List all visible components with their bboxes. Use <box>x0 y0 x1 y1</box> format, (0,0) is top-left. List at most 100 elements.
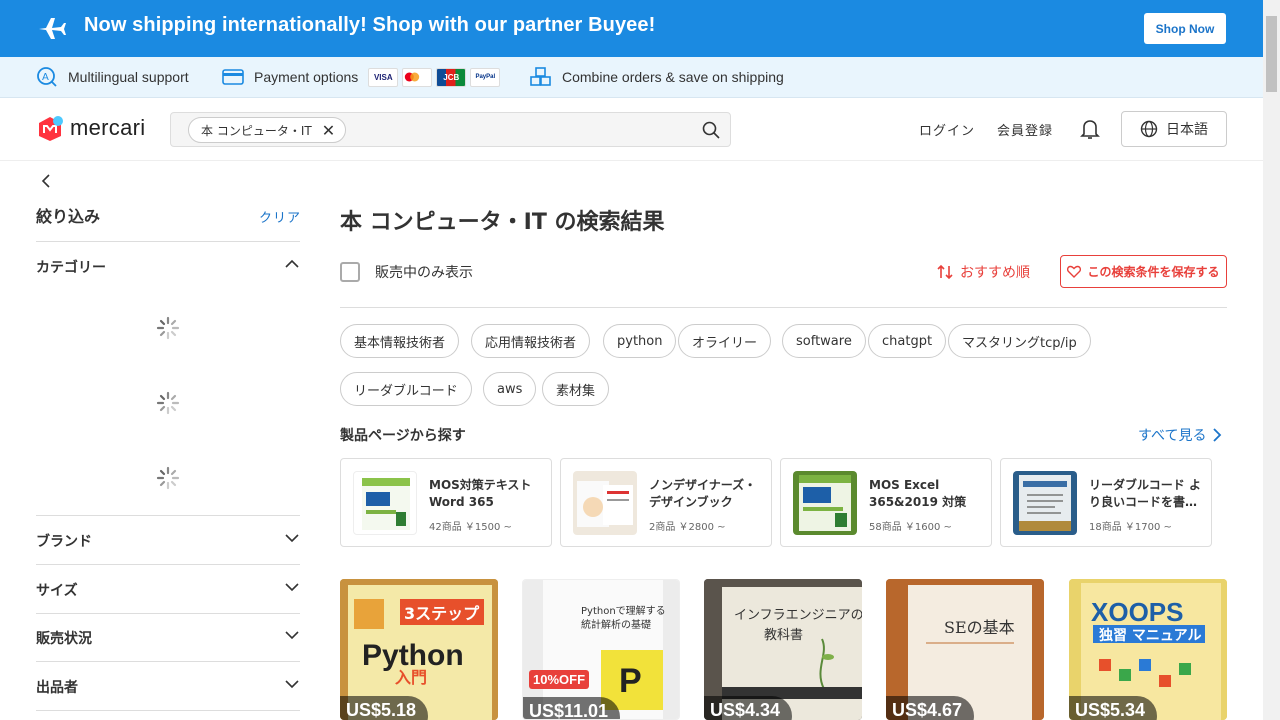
boxes-icon <box>530 67 551 86</box>
product-name: MOS Excel 365&2019 対策テ… <box>869 478 967 509</box>
multilingual-label: Multilingual support <box>68 69 189 85</box>
product-info: 2商品 ￥2800 ~ <box>649 522 726 533</box>
login-link[interactable]: ログイン <box>919 120 975 139</box>
item-card[interactable]: 3ステップ Python 入門 US$5.18 <box>340 579 498 720</box>
tag-chip[interactable]: aws <box>483 372 537 406</box>
filter-title: 絞り込み <box>36 207 101 226</box>
tag-chip[interactable]: python <box>603 324 677 358</box>
clear-filters-link[interactable]: クリア <box>259 207 301 226</box>
item-card[interactable]: インフラエンジニアの 教科書 US$4.34 <box>704 579 862 720</box>
product-name: ノンデザイナーズ・デザインブック <box>649 478 757 509</box>
divider <box>340 307 1227 308</box>
loading-spinner-icon <box>156 316 180 340</box>
tag-chip[interactable]: chatgpt <box>868 324 947 358</box>
scrollbar-thumb[interactable] <box>1266 16 1277 92</box>
tag-chip[interactable]: リーダブルコード <box>340 372 472 406</box>
translate-icon: A <box>37 67 57 87</box>
product-card[interactable]: MOS対策テキスト Word 365 42商品 ￥1500 ~ <box>340 458 552 547</box>
payment-info: Payment options VISA JCB PayPal <box>222 57 501 97</box>
divider <box>36 515 300 516</box>
divider <box>36 241 300 242</box>
sort-label: おすすめ順 <box>960 265 1030 281</box>
product-card[interactable]: ノンデザイナーズ・デザインブック 2商品 ￥2800 ~ <box>560 458 772 547</box>
tag-chip[interactable]: 素材集 <box>542 372 610 406</box>
divider <box>36 661 300 662</box>
svg-text:統計解析の基礎: 統計解析の基礎 <box>581 618 651 631</box>
tag-chip[interactable]: オライリー <box>678 324 772 358</box>
banner-message: Now shipping internationally! Shop with … <box>84 14 656 36</box>
scrollbar[interactable] <box>1263 0 1280 720</box>
shipping-banner: Now shipping internationally! Shop with … <box>0 0 1263 57</box>
product-card[interactable]: MOS Excel 365&2019 対策テ… 58商品 ￥1600 ~ <box>780 458 992 547</box>
filter-brand[interactable]: ブランド <box>36 531 300 551</box>
sort-dropdown[interactable]: おすすめ順 <box>936 262 1030 282</box>
chevron-down-icon <box>285 534 299 543</box>
save-search-button[interactable]: この検索条件を保存する <box>1060 255 1227 288</box>
mercari-logo[interactable]: mercari <box>36 114 145 142</box>
svg-text:XOOPS: XOOPS <box>1091 597 1183 627</box>
divider <box>36 564 300 565</box>
divider <box>36 613 300 614</box>
register-link[interactable]: 会員登録 <box>997 120 1053 139</box>
product-name: リーダブルコード より良いコードを書… <box>1089 478 1201 509</box>
site-header: mercari 本 コンピュータ・IT ✕ ログイン 会員登録 日本語 <box>0 98 1263 161</box>
payment-cards: VISA JCB PayPal <box>368 67 501 87</box>
filter-brand-label: ブランド <box>36 534 92 550</box>
filter-sale-status-label: 販売状況 <box>36 631 92 647</box>
on-sale-label[interactable]: 販売中のみ表示 <box>375 262 473 282</box>
svg-text:Pythonで理解する: Pythonで理解する <box>581 604 666 617</box>
filter-sale-status[interactable]: 販売状況 <box>36 628 300 648</box>
item-card[interactable]: XOOPS 独習 マニュアル US$5.34 <box>1069 579 1227 720</box>
mastercard-icon <box>405 72 420 82</box>
products-heading: 製品ページから探す <box>340 428 466 444</box>
item-price: US$5.34 <box>1069 696 1158 720</box>
item-card[interactable]: Pythonで理解する 統計解析の基礎 P 10%OFF US$11.01 <box>522 579 680 720</box>
globe-icon <box>1140 120 1158 138</box>
chevron-left-icon[interactable] <box>40 173 52 189</box>
chevron-down-icon <box>285 680 299 689</box>
loading-spinner-icon <box>156 391 180 415</box>
tag-chip[interactable]: software <box>782 324 866 358</box>
shop-now-button[interactable]: Shop Now <box>1144 13 1226 44</box>
tag-chip[interactable]: マスタリングtcp/ip <box>948 324 1091 358</box>
save-search-label: この検索条件を保存する <box>1087 265 1220 279</box>
chevron-right-icon <box>1213 428 1222 442</box>
product-thumbnail <box>353 471 417 535</box>
language-selector[interactable]: 日本語 <box>1121 111 1227 147</box>
on-sale-checkbox[interactable] <box>340 262 360 282</box>
multilingual-info: A Multilingual support <box>36 57 189 97</box>
see-all-link[interactable]: すべて見る <box>1138 425 1224 445</box>
search-chip-label: 本 コンピュータ・IT <box>201 123 312 138</box>
product-card[interactable]: リーダブルコード より良いコードを書… 18商品 ￥1700 ~ <box>1000 458 1212 547</box>
product-thumbnail <box>1013 471 1077 535</box>
svg-text:3ステップ: 3ステップ <box>404 604 480 623</box>
svg-text:教科書: 教科書 <box>764 627 803 643</box>
credit-card-icon <box>222 69 244 85</box>
chevron-up-icon <box>285 259 299 268</box>
tag-chip[interactable]: 基本情報技術者 <box>340 324 460 358</box>
search-icon[interactable] <box>702 121 720 139</box>
paypal-card: PayPal <box>470 67 501 87</box>
search-chip[interactable]: 本 コンピュータ・IT ✕ <box>188 117 347 143</box>
combine-info: Combine orders & save on shipping <box>530 57 784 97</box>
item-price: US$5.18 <box>340 696 429 720</box>
chevron-down-icon <box>285 583 299 592</box>
item-card[interactable]: SEの基本 US$4.67 <box>886 579 1044 720</box>
search-bar[interactable]: 本 コンピュータ・IT ✕ <box>170 112 731 147</box>
filter-seller[interactable]: 出品者 <box>36 677 300 697</box>
item-price: US$11.01 <box>523 697 621 719</box>
filter-category[interactable]: カテゴリー <box>36 257 300 277</box>
bell-icon[interactable] <box>1080 118 1100 140</box>
heart-icon <box>1067 265 1082 278</box>
payment-label: Payment options <box>254 69 359 85</box>
item-price: US$4.34 <box>704 696 793 720</box>
close-icon[interactable]: ✕ <box>322 121 335 140</box>
filter-size[interactable]: サイズ <box>36 580 300 600</box>
svg-text:P: P <box>619 662 642 700</box>
combine-label: Combine orders & save on shipping <box>562 69 784 85</box>
tag-chip[interactable]: 応用情報技術者 <box>471 324 591 358</box>
loading-spinner-icon <box>156 466 180 490</box>
svg-text:入門: 入門 <box>395 668 427 687</box>
svg-text:A: A <box>42 72 49 83</box>
product-name: MOS対策テキスト Word 365 <box>429 478 532 509</box>
